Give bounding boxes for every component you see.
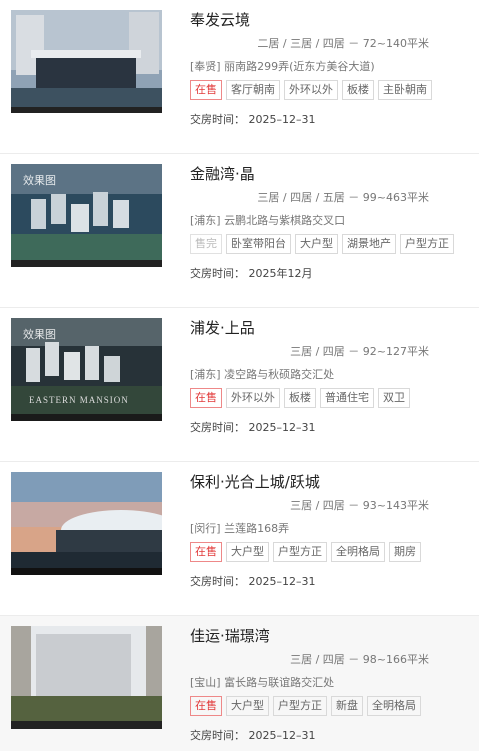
feature-tag: 全明格局 [331,542,385,562]
delivery-date: 交房时间： 2025年12月 [190,267,313,280]
area-range: － 93~143平米 [348,499,429,512]
feature-tag: 板楼 [342,80,374,100]
room-types: 三居 / 四居 / 五居 － 99~463平米 [257,189,429,205]
image-caption: EASTERN MANSION [29,395,129,405]
delivery-date: 交房时间： 2025–12–31 [190,421,316,434]
room-types-text: 二居 / 三居 / 四居 [257,37,345,50]
feature-tag: 外环以外 [284,80,338,100]
feature-tag: 板楼 [284,388,316,408]
property-thumbnail[interactable] [11,626,162,729]
feature-tag: 户型方正 [273,542,327,562]
feature-tag: 主卧朝南 [378,80,432,100]
area-range: － 72~140平米 [348,37,429,50]
feature-tag: 期房 [389,542,421,562]
tag-list: 在售 外环以外 板楼 普通住宅 双卫 [190,388,410,408]
feature-tag: 双卫 [378,388,410,408]
property-title[interactable]: 保利·光合上城/跃城 [190,471,320,492]
feature-tag: 大户型 [226,696,269,716]
feature-tag: 户型方正 [273,696,327,716]
property-title[interactable]: 佳运·瑞璟湾 [190,625,270,646]
room-types-text: 三居 / 四居 [290,499,345,512]
feature-tag: 普通住宅 [320,388,374,408]
delivery-date: 交房时间： 2025–12–31 [190,729,316,742]
list-item[interactable]: 佳运·瑞璟湾 三居 / 四居 － 98~166平米 [宝山] 富长路与联谊路交汇… [0,616,479,751]
property-title[interactable]: 浦发·上品 [190,317,255,338]
feature-tag: 户型方正 [400,234,454,254]
tag-list: 在售 大户型 户型方正 新盘 全明格局 [190,696,421,716]
area-range: － 98~166平米 [348,653,429,666]
property-thumbnail[interactable]: 效果图 [11,164,162,267]
room-types-text: 三居 / 四居 / 五居 [257,191,345,204]
feature-tag: 大户型 [226,542,269,562]
room-types-text: 三居 / 四居 [290,345,345,358]
feature-tag: 新盘 [331,696,363,716]
tag-list: 在售 客厅朝南 外环以外 板楼 主卧朝南 [190,80,432,100]
property-thumbnail[interactable] [11,10,162,113]
property-address: [闵行] 兰莲路168弄 [190,522,290,535]
property-thumbnail[interactable]: 效果图 EASTERN MANSION [11,318,162,421]
list-item[interactable]: 效果图 EASTERN MANSION 浦发·上品 三居 / 四居 － 92~1… [0,308,479,462]
room-types: 三居 / 四居 － 98~166平米 [290,651,429,667]
list-item[interactable]: 保利·光合上城/跃城 三居 / 四居 － 93~143平米 [闵行] 兰莲路16… [0,462,479,616]
feature-tag: 湖景地产 [342,234,396,254]
property-title[interactable]: 金融湾·晶 [190,163,255,184]
property-address: [浦东] 凌空路与秋硕路交汇处 [190,368,335,381]
list-item[interactable]: 奉发云境 二居 / 三居 / 四居 － 72~140平米 [奉贤] 丽南路299… [0,0,479,154]
property-address: [奉贤] 丽南路299弄(近东方美谷大道) [190,60,375,73]
tag-list: 在售 大户型 户型方正 全明格局 期房 [190,542,421,562]
status-badge: 在售 [190,80,222,100]
feature-tag: 卧室带阳台 [226,234,291,254]
room-types-text: 三居 / 四居 [290,653,345,666]
feature-tag: 外环以外 [226,388,280,408]
property-address: [宝山] 富长路与联谊路交汇处 [190,676,335,689]
status-badge: 在售 [190,388,222,408]
list-item[interactable]: 效果图 金融湾·晶 三居 / 四居 / 五居 － 99~463平米 [浦东] 云… [0,154,479,308]
delivery-date: 交房时间： 2025–12–31 [190,575,316,588]
image-tag: 效果图 [23,328,56,341]
delivery-date: 交房时间： 2025–12–31 [190,113,316,126]
status-badge: 在售 [190,696,222,716]
feature-tag: 全明格局 [367,696,421,716]
room-types: 三居 / 四居 － 92~127平米 [290,343,429,359]
area-range: － 99~463平米 [348,191,429,204]
property-title[interactable]: 奉发云境 [190,9,250,30]
image-tag: 效果图 [23,174,56,187]
property-address: [浦东] 云鹏北路与紫棋路交叉口 [190,214,346,227]
room-types: 二居 / 三居 / 四居 － 72~140平米 [257,35,429,51]
room-types: 三居 / 四居 － 93~143平米 [290,497,429,513]
property-thumbnail[interactable] [11,472,162,575]
status-badge: 在售 [190,542,222,562]
property-list: 奉发云境 二居 / 三居 / 四居 － 72~140平米 [奉贤] 丽南路299… [0,0,479,751]
area-range: － 92~127平米 [348,345,429,358]
feature-tag: 大户型 [295,234,338,254]
status-badge: 售完 [190,234,222,254]
feature-tag: 客厅朝南 [226,80,280,100]
tag-list: 售完 卧室带阳台 大户型 湖景地产 户型方正 [190,234,454,254]
